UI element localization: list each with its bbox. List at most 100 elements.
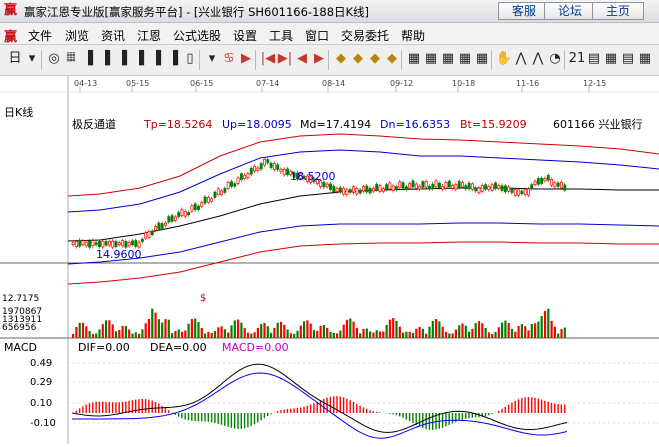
dropdown-icon[interactable]: ▾ [203,50,221,68]
diamond2-icon[interactable]: ◆ [349,50,367,68]
wave-icon[interactable]: ◎ [45,50,63,68]
flag-icon[interactable]: ▶ [237,50,255,68]
calc-icon[interactable]: ▦ [602,50,620,68]
menu-news[interactable]: 资讯 [101,27,125,44]
homepage-button[interactable]: 主页 [592,2,644,20]
window-title: 赢家江恩专业版[赢家服务平台] - [兴业银行 SH601166-188日K线] [24,5,370,19]
calendar-icon[interactable]: ▤ [585,50,603,68]
price-candle [490,184,494,191]
zigzag-icon[interactable]: ⋀ [529,50,547,68]
grid5-icon[interactable]: ▦ [473,50,491,68]
gann-icon[interactable]: ♋ [220,50,238,68]
diamond4-icon[interactable]: ◆ [383,50,401,68]
kline5-icon[interactable]: ▐ [147,50,165,68]
volume-bar [187,323,190,338]
menu-tools[interactable]: 工具 [269,27,293,44]
volume-bar [537,321,540,338]
price-candle [444,182,448,189]
toolbar-separator [199,50,200,70]
kline3-icon[interactable]: ▐ [113,50,131,68]
candle-icon[interactable]: 𝄜 [62,50,80,68]
prev-icon[interactable]: ◀ [293,50,311,68]
pie-icon[interactable]: ◔ [546,50,564,68]
trend-icon[interactable]: ⋀ [512,50,530,68]
price-candle [464,185,468,190]
kline4-icon[interactable]: ▐ [130,50,148,68]
volume-bar [398,326,401,338]
volume-bar [372,332,375,338]
macd-axis-label: 0.29 [30,377,52,388]
menu-browse[interactable]: 浏览 [65,27,89,44]
price-candle [404,186,408,190]
diamond1-icon[interactable]: ◆ [332,50,350,68]
price-candle [411,180,415,188]
volume-bar [177,329,180,338]
price-candle [226,182,230,189]
price-candle [556,182,560,187]
price-candle [84,241,88,247]
last-icon[interactable]: ▶| [276,50,294,68]
grid4-icon[interactable]: ▦ [456,50,474,68]
price-candle [401,182,405,189]
menu-file[interactable]: 文件 [28,27,52,44]
price-candle [147,231,151,238]
daily-chart-icon[interactable]: 日 [6,50,24,68]
kline-chart[interactable]: 日K线 04-13 05-15 06-15 07-14 08-14 09-12 10-18 11… [0,76,659,444]
volume-bar [388,319,391,338]
price-candle [494,182,497,189]
price-candle [348,189,352,193]
diamond3-icon[interactable]: ◆ [366,50,384,68]
volume-bar [81,322,85,338]
forum-button[interactable]: 论坛 [544,2,596,20]
tick-icon[interactable]: ▯ [181,50,199,68]
grid2-icon[interactable]: ▦ [422,50,440,68]
volume-bar [431,320,434,338]
grid3-icon[interactable]: ▦ [439,50,457,68]
menu-trade[interactable]: 交易委托 [341,27,389,44]
kline6-icon[interactable]: ▐ [164,50,182,68]
price-candle [457,181,461,188]
price-candle [338,187,342,193]
price-candle [467,182,471,190]
menu-gann[interactable]: 江恩 [137,27,161,44]
next-icon[interactable]: ▶ [310,50,328,68]
price-candle [206,196,210,203]
kline1-icon[interactable]: ▐ [79,50,97,68]
grid1-icon[interactable]: ▦ [405,50,423,68]
volume-bar [167,319,170,338]
first-icon[interactable]: |◀ [259,50,277,68]
price-candle [345,189,349,195]
menu-formula[interactable]: 公式选股 [173,27,221,44]
toolbar: 日 ▾ ◎ 𝄜 ▐ ▐ ▐ ▐ ▐ ▐ ▯ ▾ ♋ ▶ |◀ ▶| ◀ ▶ ◆ ◆ ◆ ◆ ▦ ▦ ▦ ▦ ▦ ✋ ⋀ ⋀ ◔ 21 ▤ ▦ ▤ ▦ [0,45,659,76]
stats-icon[interactable]: ▤ [619,50,637,68]
volume-bar [484,327,487,338]
kline2-icon[interactable]: ▐ [96,50,114,68]
menu-window[interactable]: 窗口 [305,27,329,44]
menu-help[interactable]: 帮助 [401,27,425,44]
price-candle [527,188,530,196]
dif-value: DIF=0.00 [78,341,130,354]
volume-bar [246,332,250,338]
volume-bar [180,331,184,338]
price-candle [74,241,78,248]
hand-icon[interactable]: ✋ [495,50,513,68]
date-tick-label: 11-16 [516,79,539,88]
price-candle [543,178,547,182]
table-icon[interactable]: ▦ [636,50,654,68]
cal-icon[interactable]: 21 [568,50,586,68]
price-candle [131,240,134,246]
volume-bar [527,330,530,338]
price-candle [279,168,283,173]
menu-settings[interactable]: 设置 [233,27,257,44]
volume-bar [144,323,147,338]
volume-bar [240,322,243,338]
service-button[interactable]: 客服 [498,2,550,20]
volume-bar [477,321,481,338]
volume-bar [250,333,253,338]
volume-bar [557,333,560,338]
volume-bar [124,326,127,338]
volume-bar [95,333,98,338]
dropdown-icon[interactable]: ▾ [23,50,41,68]
volume-bar [253,332,256,338]
price-candle [101,240,105,248]
